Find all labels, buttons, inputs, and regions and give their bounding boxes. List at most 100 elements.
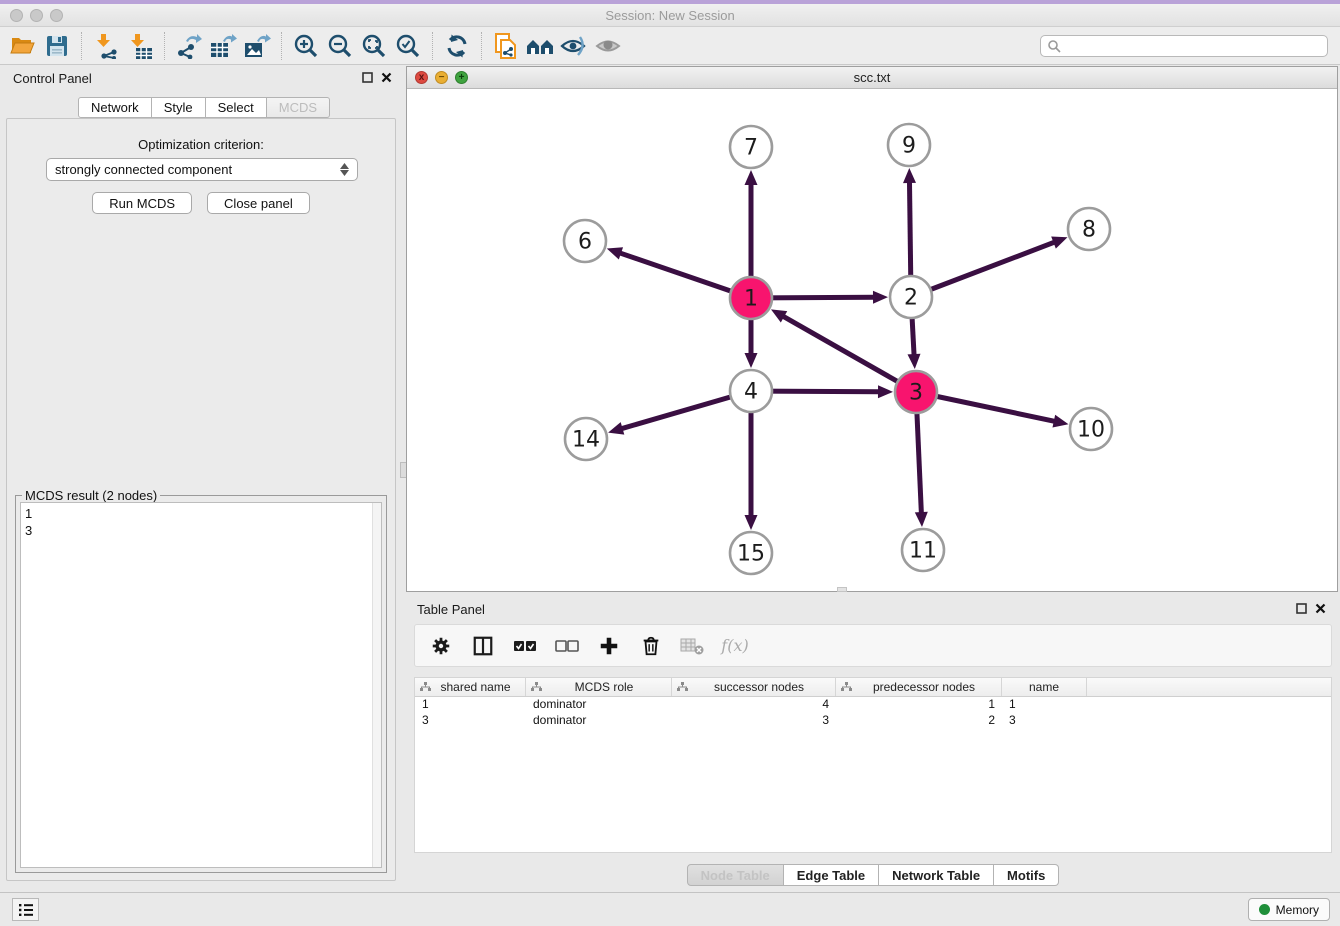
table-row[interactable]: 1dominator411 — [415, 697, 1331, 713]
graph-edge-2-8[interactable] — [911, 242, 1055, 297]
table-cell[interactable]: dominator — [526, 697, 672, 713]
tab-network-table[interactable]: Network Table — [879, 864, 994, 886]
table-cell[interactable]: 2 — [836, 713, 1002, 729]
network-window-titlebar[interactable]: x − + scc.txt — [407, 67, 1337, 89]
node-label: 2 — [904, 286, 918, 311]
apply-layout-button[interactable] — [440, 30, 474, 62]
table-settings-button[interactable] — [427, 632, 455, 660]
graph-node-15[interactable]: 15 — [730, 532, 772, 574]
search-input[interactable] — [1061, 37, 1321, 55]
tab-mcds[interactable]: MCDS — [267, 97, 330, 118]
close-panel-icon[interactable] — [1315, 603, 1326, 614]
first-neighbors-button[interactable] — [523, 30, 557, 62]
import-table-button[interactable] — [123, 30, 157, 62]
tab-network[interactable]: Network — [78, 97, 152, 118]
memory-button[interactable]: Memory — [1248, 898, 1330, 921]
table-cell[interactable]: 4 — [672, 697, 836, 713]
zoom-selected-button[interactable] — [391, 30, 425, 62]
graph-edge-3-1[interactable] — [782, 316, 916, 392]
network-canvas[interactable]: 7 9 6 8 1 2 4 3 14 10 15 11 — [407, 89, 1337, 592]
import-network-icon — [93, 33, 119, 59]
copy-network-icon — [493, 32, 519, 60]
table-toolbar: f(x) — [414, 624, 1332, 667]
column-header-successor-nodes[interactable]: successor nodes — [672, 678, 836, 696]
table-cell[interactable]: 1 — [836, 697, 1002, 713]
table-cell[interactable]: 1 — [415, 697, 526, 713]
tab-node-table[interactable]: Node Table — [687, 864, 784, 886]
node-label: 14 — [572, 428, 600, 453]
app-titlebar: Session: New Session — [0, 4, 1340, 27]
task-history-button[interactable] — [12, 898, 39, 921]
tab-edge-table[interactable]: Edge Table — [784, 864, 879, 886]
graph-node-4[interactable]: 4 — [730, 370, 772, 412]
select-all-columns-button[interactable] — [511, 632, 539, 660]
graph-node-11[interactable]: 11 — [902, 529, 944, 571]
zoom-in-button[interactable] — [289, 30, 323, 62]
table-cell[interactable]: 3 — [415, 713, 526, 729]
unchecked-boxes-icon — [555, 639, 579, 653]
float-panel-icon[interactable] — [362, 72, 373, 83]
delete-table-icon — [680, 636, 706, 656]
export-image-button[interactable] — [240, 30, 274, 62]
graph-node-1[interactable]: 1 — [730, 277, 772, 319]
edge-arrowhead — [1051, 236, 1067, 248]
zoom-out-button[interactable] — [323, 30, 357, 62]
close-panel-button[interactable]: Close panel — [207, 192, 310, 214]
export-table-button[interactable] — [206, 30, 240, 62]
folder-open-icon — [10, 34, 36, 58]
graph-node-10[interactable]: 10 — [1070, 408, 1112, 450]
show-all-button[interactable] — [591, 30, 625, 62]
column-header-name[interactable]: name — [1002, 678, 1087, 696]
eye-icon — [594, 34, 622, 58]
unselect-all-columns-button[interactable] — [553, 632, 581, 660]
memory-label: Memory — [1276, 903, 1319, 917]
tab-style[interactable]: Style — [152, 97, 206, 118]
graph-node-2[interactable]: 2 — [890, 276, 932, 318]
column-header-predecessor-nodes[interactable]: predecessor nodes — [836, 678, 1002, 696]
attribute-icon — [531, 682, 542, 692]
table-cell[interactable]: 3 — [672, 713, 836, 729]
tab-motifs[interactable]: Motifs — [994, 864, 1059, 886]
graph-node-6[interactable]: 6 — [564, 220, 606, 262]
table-cell[interactable] — [1087, 713, 1331, 729]
import-network-button[interactable] — [89, 30, 123, 62]
show-column-panel-button[interactable] — [469, 632, 497, 660]
control-panel-title: Control Panel — [13, 71, 92, 86]
memory-status-icon — [1259, 904, 1270, 915]
table-cell[interactable]: 3 — [1002, 713, 1087, 729]
table-panel: Table Panel — [406, 596, 1340, 890]
network-resize-grip[interactable] — [837, 587, 847, 592]
edge-arrowhead — [607, 247, 623, 259]
graph-node-7[interactable]: 7 — [730, 126, 772, 168]
delete-column-button[interactable] — [637, 632, 665, 660]
zoom-fit-button[interactable] — [357, 30, 391, 62]
copy-network-button[interactable] — [489, 30, 523, 62]
tab-select[interactable]: Select — [206, 97, 267, 118]
float-panel-icon[interactable] — [1296, 603, 1307, 614]
graph-node-9[interactable]: 9 — [888, 124, 930, 166]
export-network-button[interactable] — [172, 30, 206, 62]
open-session-button[interactable] — [6, 30, 40, 62]
graph-node-14[interactable]: 14 — [565, 418, 607, 460]
table-cell[interactable] — [1087, 697, 1331, 713]
close-panel-icon[interactable] — [381, 72, 392, 83]
function-builder-button[interactable]: f(x) — [721, 632, 749, 660]
graph-node-8[interactable]: 8 — [1068, 208, 1110, 250]
column-header-shared-name[interactable]: shared name — [415, 678, 526, 696]
result-scrollbar[interactable] — [372, 503, 381, 867]
table-cell[interactable]: 1 — [1002, 697, 1087, 713]
mcds-result-text[interactable]: 1 3 — [20, 502, 382, 868]
run-mcds-button[interactable]: Run MCDS — [92, 192, 192, 214]
graph-node-3[interactable]: 3 — [895, 371, 937, 413]
table-row[interactable]: 3dominator323 — [415, 713, 1331, 729]
column-header-mcds-role[interactable]: MCDS role — [526, 678, 672, 696]
edge-arrowhead — [1052, 415, 1068, 428]
table-cell[interactable]: dominator — [526, 713, 672, 729]
table-panel-title: Table Panel — [417, 602, 485, 617]
save-session-button[interactable] — [40, 30, 74, 62]
delete-table-button[interactable] — [679, 632, 707, 660]
criterion-dropdown[interactable]: strongly connected component — [46, 158, 358, 181]
mcds-result-title: MCDS result (2 nodes) — [22, 488, 160, 503]
hide-selected-button[interactable] — [557, 30, 591, 62]
create-column-button[interactable] — [595, 632, 623, 660]
